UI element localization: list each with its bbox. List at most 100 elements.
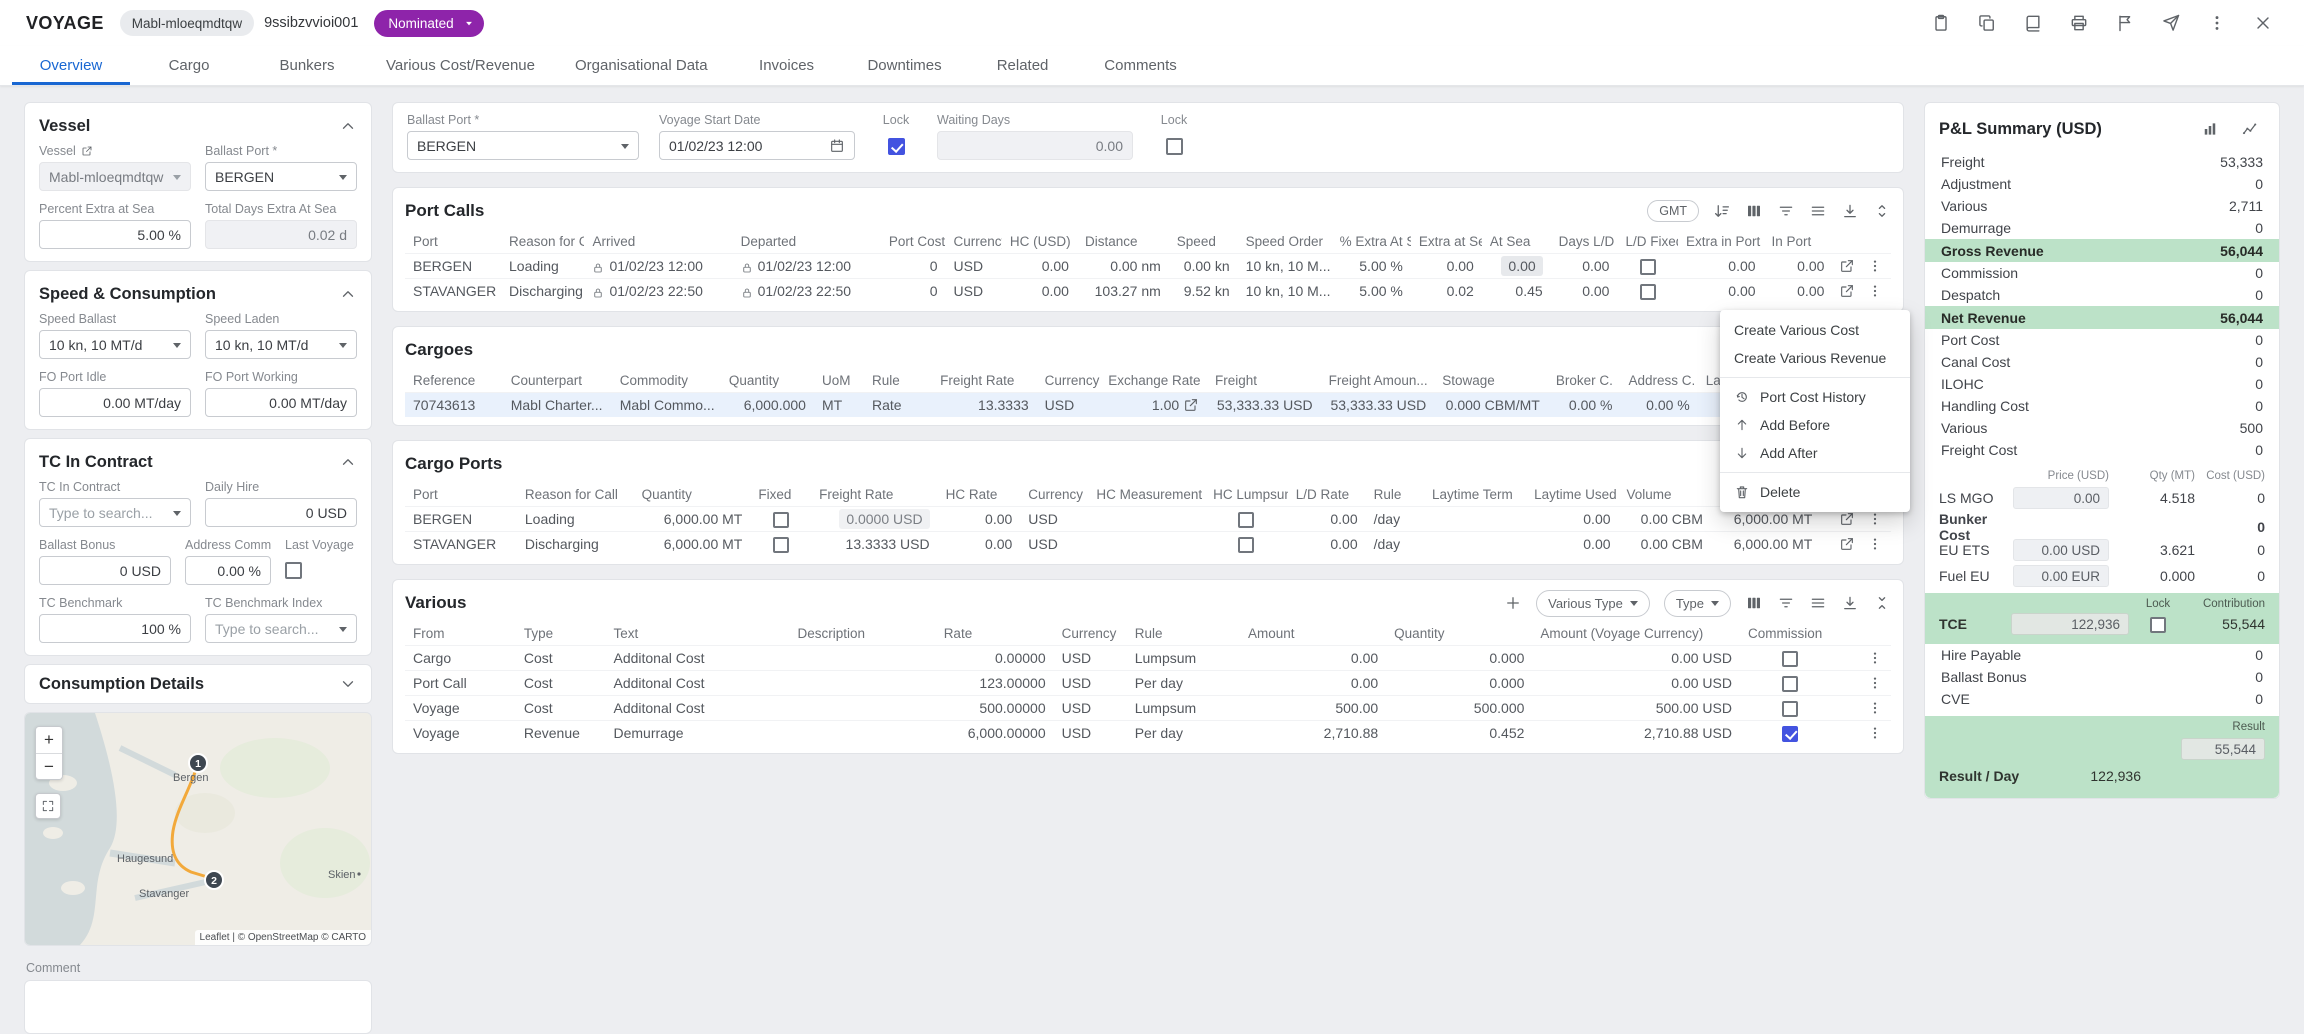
commission-checkbox[interactable] — [1782, 701, 1798, 717]
cell-counterpart[interactable]: Mabl Charter... — [503, 393, 612, 418]
fullscreen-button[interactable] — [35, 793, 61, 819]
chevron-up-icon[interactable] — [339, 453, 357, 471]
menu-item-create-various-revenue[interactable]: Create Various Revenue — [1720, 344, 1910, 372]
cell-days-ld[interactable]: 0.00 — [1551, 279, 1618, 304]
cell-description[interactable] — [789, 671, 935, 696]
zoom-out-button[interactable]: − — [36, 753, 62, 779]
cell-ld-rate[interactable]: 0.00 — [1288, 507, 1366, 532]
cell-currency[interactable]: USD — [1054, 696, 1127, 721]
tce-lock-checkbox[interactable] — [2150, 617, 2166, 633]
columns-icon[interactable] — [1745, 202, 1763, 220]
cell-hc[interactable]: 0.00 — [1002, 279, 1077, 304]
last-voyage-checkbox[interactable] — [285, 562, 302, 579]
various-type-filter[interactable]: Various Type — [1536, 590, 1650, 617]
columns-icon[interactable] — [1745, 594, 1763, 612]
cell-quantity[interactable]: 500.000 — [1386, 696, 1532, 721]
ballast-port-select[interactable]: BERGEN — [407, 131, 639, 160]
cell-in-port[interactable]: 0.00 — [1764, 254, 1833, 279]
cell-speed[interactable]: 9.52 kn — [1169, 279, 1238, 304]
kebab-icon[interactable] — [1867, 650, 1883, 666]
open-in-new-icon[interactable] — [1839, 511, 1855, 527]
print-button[interactable] — [2064, 8, 2094, 38]
cell-rate[interactable]: 0.00000 — [936, 646, 1054, 671]
cell-quantity-2[interactable]: 6,000.00 MT — [1711, 532, 1820, 557]
map-panel[interactable]: Bergen Haugesund Stavanger Skien 1 2 + −… — [24, 712, 372, 946]
tab-bunkers[interactable]: Bunkers — [248, 46, 366, 85]
cell-exchange-rate[interactable]: 1.00 — [1100, 393, 1207, 418]
flag-button[interactable] — [2110, 8, 2140, 38]
tc-in-contract-select[interactable]: Type to search... — [39, 498, 191, 527]
download-icon[interactable] — [1841, 202, 1859, 220]
cell-quantity[interactable]: 0.452 — [1386, 721, 1532, 746]
cell-volume[interactable]: 0.00 CBM — [1619, 507, 1711, 532]
commission-checkbox[interactable] — [1782, 676, 1798, 692]
cell-rule[interactable]: Lumpsum — [1127, 696, 1240, 721]
cell-description[interactable] — [789, 721, 935, 746]
cell-text[interactable]: Additonal Cost — [605, 646, 789, 671]
cell-rule[interactable]: /day — [1366, 532, 1424, 557]
cell-laytime-term[interactable] — [1424, 532, 1526, 557]
cell-type[interactable]: Cost — [516, 646, 606, 671]
open-in-new-icon[interactable] — [1839, 536, 1855, 552]
eu-ets-price-input[interactable]: 0.00 USD — [2013, 539, 2109, 561]
cell-reason[interactable]: Loading — [517, 507, 634, 532]
percent-extra-input[interactable]: 5.00 % — [39, 220, 191, 249]
status-badge[interactable]: Nominated — [374, 10, 483, 37]
cell-port[interactable]: BERGEN — [405, 254, 501, 279]
sort-icon[interactable] — [1713, 202, 1731, 220]
cell-ld-rate[interactable]: 0.00 — [1288, 532, 1366, 557]
waiting-days-lock-checkbox[interactable] — [1166, 138, 1183, 155]
cell-days-ld[interactable]: 0.00 — [1551, 254, 1618, 279]
cell-extra-in-port[interactable]: 0.00 — [1678, 279, 1764, 304]
ballast-bonus-input[interactable]: 0 USD — [39, 556, 171, 585]
filter-icon[interactable] — [1777, 594, 1795, 612]
tce-input[interactable]: 122,936 — [2011, 613, 2129, 635]
commission-checkbox[interactable] — [1782, 726, 1798, 742]
cell-text[interactable]: Demurrage — [605, 721, 789, 746]
cell-type[interactable]: Cost — [516, 696, 606, 721]
cell-address-commission[interactable]: 0.00 % — [1621, 393, 1698, 418]
cell-freight-rate[interactable]: 13.3333 USD — [811, 532, 937, 557]
cell-currency[interactable]: USD — [1054, 721, 1127, 746]
cell-distance[interactable]: 0.00 nm — [1077, 254, 1169, 279]
cell-arrived[interactable]: 01/02/23 22:50 — [584, 279, 732, 304]
cell-from[interactable]: Cargo — [405, 646, 516, 671]
voyage-start-date-input[interactable]: 01/02/23 12:00 — [659, 131, 855, 160]
cell-freight-rate[interactable]: 0.0000 USD — [811, 507, 937, 532]
ballast-port-select[interactable]: BERGEN — [205, 162, 357, 191]
open-in-new-icon[interactable] — [1183, 397, 1199, 413]
send-button[interactable] — [2156, 8, 2186, 38]
cell-quantity[interactable]: 6,000.00 MT — [634, 532, 751, 557]
cell-arrived[interactable]: 01/02/23 12:00 — [584, 254, 732, 279]
cell-currency[interactable]: USD — [1020, 507, 1088, 532]
cell-currency[interactable]: USD — [1037, 393, 1101, 418]
cell-at-sea[interactable]: 0.00 — [1482, 254, 1551, 279]
cell-from[interactable]: Voyage — [405, 721, 516, 746]
close-button[interactable] — [2248, 8, 2278, 38]
cell-text[interactable]: Additonal Cost — [605, 696, 789, 721]
cell-currency[interactable]: USD — [1054, 646, 1127, 671]
rows-icon[interactable] — [1809, 202, 1827, 220]
chevron-up-icon[interactable] — [339, 285, 357, 303]
address-commission-input[interactable]: 0.00 % — [185, 556, 271, 585]
hc-lumpsum-checkbox[interactable] — [1238, 512, 1254, 528]
open-in-new-icon[interactable] — [1839, 258, 1855, 274]
cell-laytime-term[interactable] — [1424, 507, 1526, 532]
commission-checkbox[interactable] — [1782, 651, 1798, 667]
cell-amount-voyage-currency[interactable]: 2,710.88 USD — [1532, 721, 1740, 746]
cell-distance[interactable]: 103.27 nm — [1077, 279, 1169, 304]
calendar-icon[interactable] — [829, 138, 845, 154]
menu-item-add-after[interactable]: Add After — [1720, 439, 1910, 467]
kebab-icon[interactable] — [1867, 536, 1883, 552]
cell-reason[interactable]: Loading — [501, 254, 584, 279]
zoom-in-button[interactable]: + — [36, 727, 62, 753]
kebab-icon[interactable] — [1867, 725, 1883, 741]
open-in-new-icon[interactable] — [81, 145, 93, 157]
cell-laytime-used[interactable]: 0.00 — [1526, 507, 1618, 532]
cell-pct-extra[interactable]: 5.00 % — [1332, 279, 1411, 304]
unfold-icon[interactable] — [1873, 202, 1891, 220]
cell-port[interactable]: STAVANGER — [405, 279, 501, 304]
fixed-checkbox[interactable] — [773, 512, 789, 528]
cell-currency[interactable]: USD — [1054, 671, 1127, 696]
cell-description[interactable] — [789, 696, 935, 721]
